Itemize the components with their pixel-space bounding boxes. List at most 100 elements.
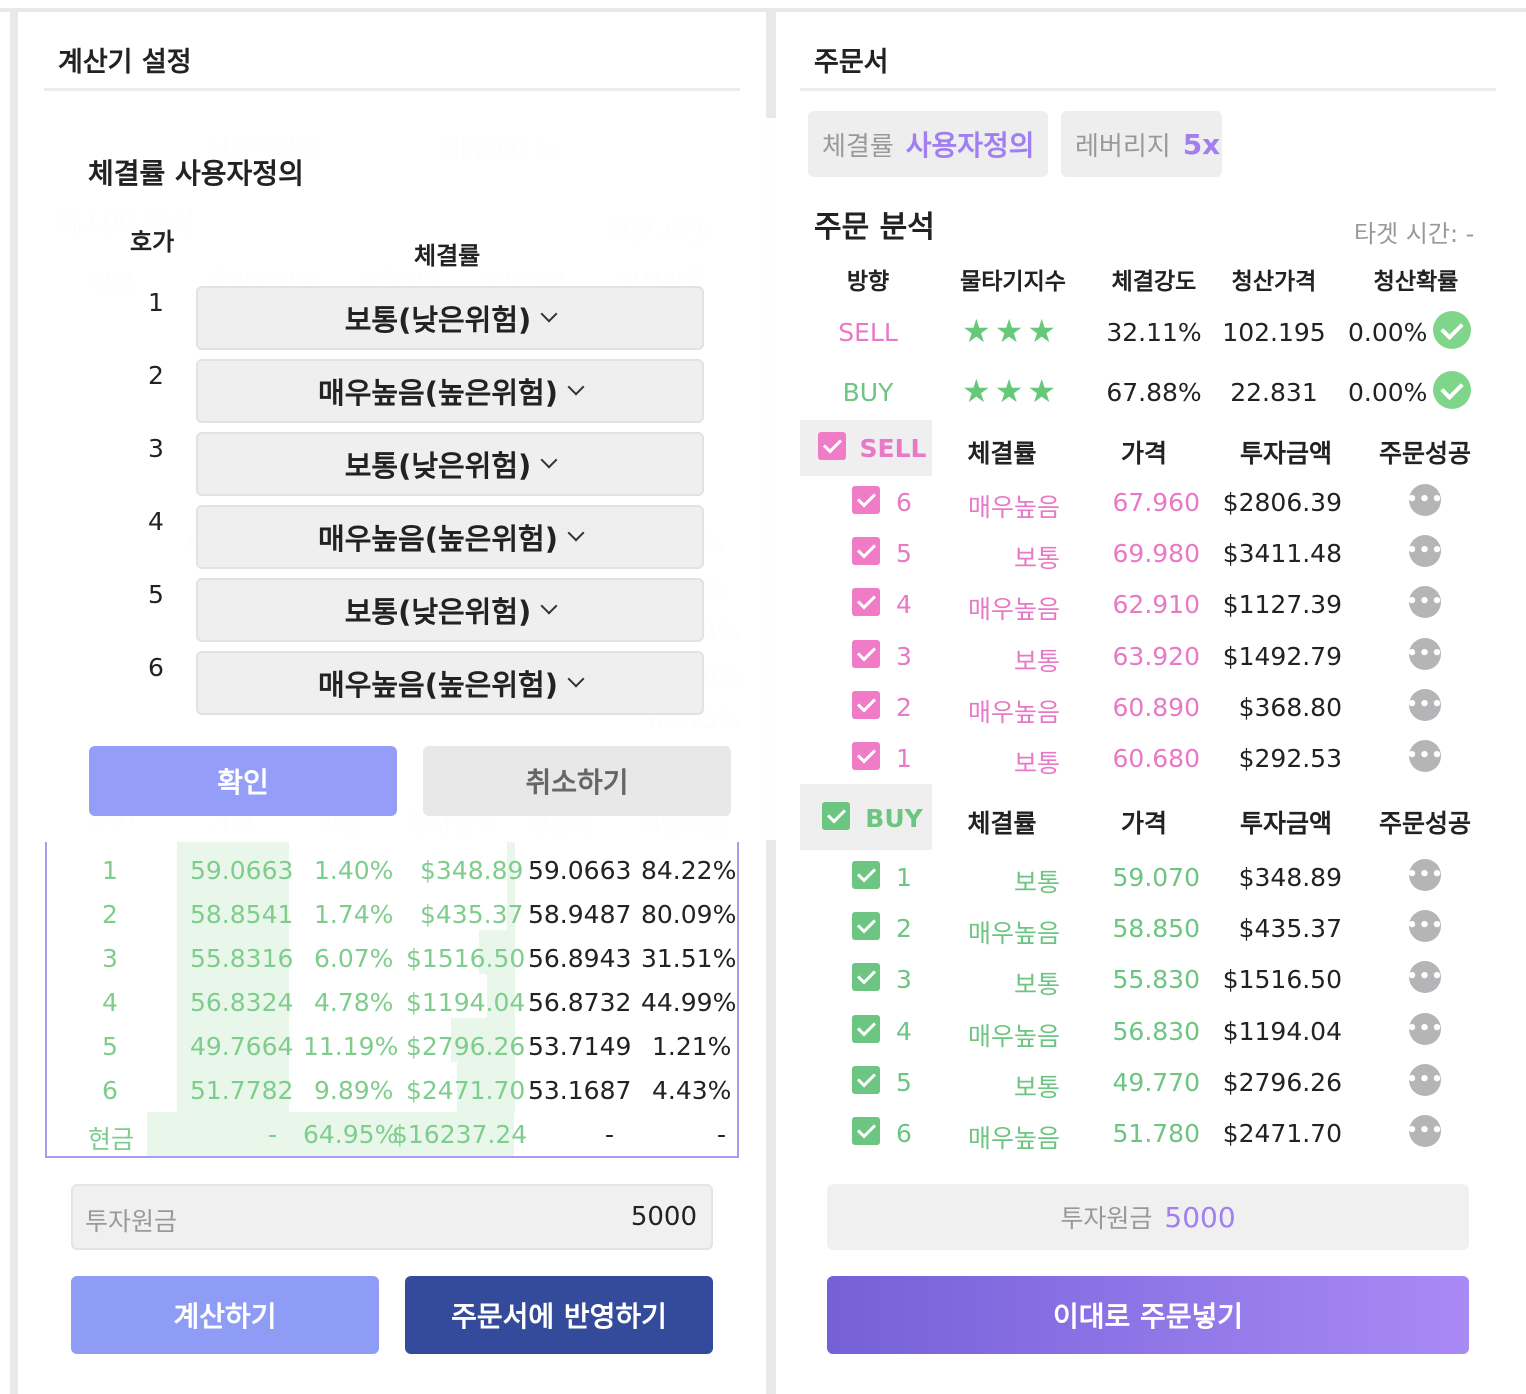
rate-select[interactable]: 매우높음(높은위험) — [196, 359, 704, 423]
checkbox[interactable] — [852, 963, 880, 991]
rate-select[interactable]: 매우높음(높은위험) — [196, 505, 704, 569]
checkbox[interactable] — [852, 742, 880, 770]
buy-calc-table: 1 59.0663 1.40% $348.89 59.0663 84.22% 2… — [45, 842, 739, 1158]
checkbox-sell-all[interactable] — [818, 432, 846, 460]
principal-input[interactable]: 투자원금 5000 — [71, 1184, 713, 1250]
leverage-pill[interactable]: 레버리지 5x — [1061, 111, 1222, 177]
col-rate: 체결률 — [967, 809, 1037, 838]
rate-value: 보통 — [1013, 1073, 1060, 1102]
cancel-button[interactable]: 취소하기 — [423, 746, 731, 816]
checkbox[interactable] — [852, 486, 880, 514]
rate-select[interactable]: 보통(낮은위험) — [196, 286, 704, 350]
hoga-number: 5 — [148, 580, 164, 609]
checkbox[interactable] — [852, 1066, 880, 1094]
checkbox[interactable] — [852, 1117, 880, 1145]
liq-prob-value: 0.00% — [1348, 378, 1428, 407]
apply-to-order-button[interactable]: 주문서에 반영하기 — [405, 1276, 713, 1354]
price-value: 58.850 — [1112, 914, 1200, 943]
checkbox[interactable] — [852, 640, 880, 668]
chevron-down-icon — [540, 597, 558, 615]
more-icon[interactable]: ••• — [1406, 484, 1443, 516]
row-number: 6 — [896, 1119, 912, 1148]
hoga-number: 6 — [148, 653, 164, 682]
checkbox[interactable] — [852, 588, 880, 616]
row-number: 5 — [896, 539, 912, 568]
col-liq-price: 청산가격 — [1231, 269, 1317, 295]
row-number: 6 — [896, 488, 912, 517]
more-icon[interactable]: ••• — [1406, 1115, 1443, 1147]
chevron-down-icon — [540, 305, 558, 323]
row-number: 3 — [896, 965, 912, 994]
amount-value: $435.37 — [1238, 914, 1342, 943]
more-icon[interactable]: ••• — [1406, 961, 1443, 993]
checkbox-buy-all[interactable] — [822, 802, 850, 830]
check-circle-icon — [1433, 311, 1471, 349]
row-number: 2 — [896, 693, 912, 722]
rate-value: 매우높음 — [967, 919, 1060, 948]
confirm-button[interactable]: 확인 — [89, 746, 397, 816]
order-panel: 주문서 체결률 사용자정의 레버리지 5x 주문 분석 타겟 시간: - 방향 물타… — [776, 16, 1524, 1394]
col-price: 가격 — [1120, 439, 1167, 468]
more-icon[interactable]: ••• — [1406, 1064, 1443, 1096]
checkbox[interactable] — [852, 537, 880, 565]
col-success: 주문성공 — [1378, 809, 1471, 838]
more-icon[interactable]: ••• — [1406, 859, 1443, 891]
place-order-button[interactable]: 이대로 주문넣기 — [827, 1276, 1469, 1354]
checkbox[interactable] — [852, 691, 880, 719]
price-value: 69.980 — [1112, 539, 1200, 568]
price-value: 62.910 — [1112, 590, 1200, 619]
col-strength: 체결강도 — [1111, 269, 1197, 295]
more-icon[interactable]: ••• — [1406, 910, 1443, 942]
rate-value: 매우높음 — [967, 1022, 1060, 1051]
row-number: 2 — [896, 914, 912, 943]
col-price: 가격 — [1120, 809, 1167, 838]
direction-buy: BUY — [842, 378, 894, 407]
table-row: 1 59.0663 1.40% $348.89 59.0663 84.22% — [102, 856, 737, 885]
table-row-cash: 현금 - 64.95% $16237.24 - - — [88, 1120, 727, 1154]
check-circle-icon — [1433, 371, 1471, 409]
more-icon[interactable]: ••• — [1406, 638, 1443, 670]
rate-select[interactable]: 보통(낮은위험) — [196, 432, 704, 496]
calculate-button[interactable]: 계산하기 — [71, 1276, 379, 1354]
buy-label: BUY — [865, 804, 923, 833]
order-principal-label: 투자원금 — [1060, 1204, 1153, 1233]
price-value: 67.960 — [1112, 488, 1200, 517]
order-principal-value: 5000 — [1164, 1200, 1236, 1234]
more-icon[interactable]: ••• — [1406, 689, 1443, 721]
more-icon[interactable]: ••• — [1406, 1013, 1443, 1045]
col-success: 주문성공 — [1378, 439, 1471, 468]
checkbox[interactable] — [852, 912, 880, 940]
rate-value: 보통 — [1013, 970, 1060, 999]
row-number: 3 — [896, 642, 912, 671]
liq-price-value: 102.195 — [1222, 318, 1326, 347]
row-number: 4 — [896, 1017, 912, 1046]
price-value: 60.890 — [1112, 693, 1200, 722]
hoga-number: 2 — [148, 361, 164, 390]
more-icon[interactable]: ••• — [1406, 586, 1443, 618]
col-hoga: 호가 — [130, 228, 175, 256]
divider — [44, 88, 740, 91]
modal-title: 체결률 사용자정의 — [88, 157, 304, 190]
price-value: 56.830 — [1112, 1017, 1200, 1046]
rate-pill[interactable]: 체결률 사용자정의 — [808, 111, 1048, 177]
hoga-number: 1 — [148, 288, 164, 317]
rate-select[interactable]: 보통(낮은위험) — [196, 578, 704, 642]
chevron-down-icon — [567, 378, 585, 396]
chevron-down-icon — [540, 451, 558, 469]
price-value: 51.780 — [1112, 1119, 1200, 1148]
row-number: 4 — [896, 590, 912, 619]
amount-value: $1492.79 — [1222, 642, 1342, 671]
table-row: 3 55.8316 6.07% $1516.50 56.8943 31.51% — [102, 944, 737, 973]
rate-value: 보통 — [1013, 647, 1060, 676]
direction-sell: SELL — [838, 318, 898, 347]
more-icon[interactable]: ••• — [1406, 740, 1443, 772]
star-rating: ★★★ — [962, 312, 1061, 350]
rate-select[interactable]: 매우높음(높은위험) — [196, 651, 704, 715]
rate-value: 매우높음 — [967, 493, 1060, 522]
checkbox[interactable] — [852, 1015, 880, 1043]
checkbox[interactable] — [852, 861, 880, 889]
strength-value: 67.88% — [1106, 378, 1202, 407]
amount-value: $368.80 — [1238, 693, 1342, 722]
order-principal: 투자원금 5000 — [827, 1184, 1469, 1250]
more-icon[interactable]: ••• — [1406, 535, 1443, 567]
